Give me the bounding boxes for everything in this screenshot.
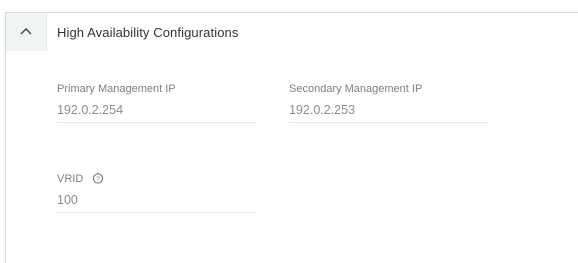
field-underline <box>57 122 256 123</box>
info-icon[interactable]: ? <box>92 172 104 188</box>
vrid-value[interactable]: 100 <box>57 191 256 209</box>
secondary-ip-label: Secondary Management IP <box>289 83 423 95</box>
vrid-field[interactable]: VRID ? 100 <box>57 172 256 213</box>
primary-ip-value[interactable]: 192.0.2.254 <box>57 101 256 119</box>
chevron-up-icon <box>20 28 32 35</box>
section-header[interactable]: High Availability Configurations <box>6 13 578 51</box>
page: High Availability Configurations Primary… <box>0 0 578 263</box>
primary-ip-label: Primary Management IP <box>57 83 176 95</box>
field-underline <box>57 212 256 213</box>
vrid-label-row: VRID ? <box>57 172 256 186</box>
svg-text:?: ? <box>97 176 101 183</box>
collapse-toggle-button[interactable] <box>6 13 47 51</box>
section-title: High Availability Configurations <box>57 25 239 40</box>
vrid-label: VRID <box>57 173 84 185</box>
ha-config-panel: High Availability Configurations Primary… <box>5 12 578 263</box>
primary-ip-field[interactable]: Primary Management IP 192.0.2.254 <box>57 82 256 123</box>
secondary-ip-value[interactable]: 192.0.2.253 <box>289 101 488 119</box>
field-underline <box>289 122 488 123</box>
secondary-ip-field[interactable]: Secondary Management IP 192.0.2.253 <box>289 82 488 123</box>
